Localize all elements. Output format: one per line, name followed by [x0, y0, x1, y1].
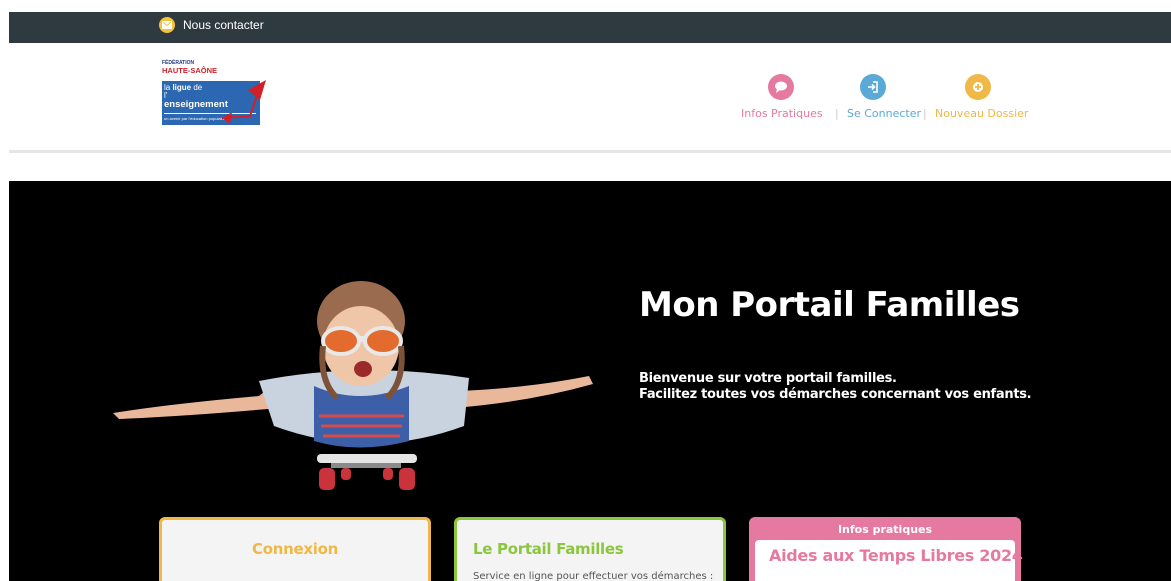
flying-child-illustration [113, 281, 593, 490]
portail-familles-card-text: Service en ligne pour effectuer vos déma… [473, 571, 714, 581]
header-nav: Infos Pratiques | Se Connecter | Nouveau… [741, 74, 1028, 124]
nav-link-se-connecter[interactable]: Se Connecter [847, 107, 921, 120]
header-divider [9, 150, 1171, 153]
envelope-icon [159, 17, 175, 33]
nouveau-dossier-icon[interactable] [965, 74, 991, 100]
site-header: FÉDÉRATION HAUTE-SAÔNE la ligue de l' en… [9, 43, 1171, 150]
contact-label: Nous contacter [183, 18, 264, 32]
infos-pratiques-card[interactable]: Infos pratiques Aides aux Temps Libres 2… [749, 517, 1023, 581]
portail-familles-card: Le Portail Familles Service en ligne pou… [454, 517, 726, 581]
nav-link-nouveau-dossier[interactable]: Nouveau Dossier [935, 107, 1028, 120]
infos-pratiques-card-title: Aides aux Temps Libres 2024 [769, 546, 1023, 565]
page: Nous contacter FÉDÉRATION HAUTE-SAÔNE la… [0, 0, 1171, 581]
portail-familles-card-title: Le Portail Familles [473, 540, 624, 558]
connexion-card-title: Connexion [252, 540, 338, 558]
federation-logo[interactable]: FÉDÉRATION HAUTE-SAÔNE la ligue de l' en… [162, 60, 266, 126]
connexion-card[interactable]: Connexion [159, 517, 431, 581]
se-connecter-icon[interactable] [860, 74, 886, 100]
nav-link-infos-pratiques[interactable]: Infos Pratiques [741, 107, 823, 120]
nav-separator: | [835, 107, 839, 120]
infos-pratiques-icon[interactable] [768, 74, 794, 100]
nav-separator: | [923, 107, 927, 120]
hero-welcome-text: Bienvenue sur votre portail familles. [639, 371, 897, 386]
hero-title: Mon Portail Familles [639, 285, 1020, 325]
contact-link[interactable]: Nous contacter [159, 17, 264, 33]
logo-arrow-icon [221, 80, 266, 124]
infos-pratiques-card-body: Aides aux Temps Libres 2024 [755, 540, 1023, 581]
hero-banner: Mon Portail Familles Bienvenue sur votre… [9, 181, 1171, 581]
infos-pratiques-card-header: Infos pratiques [837, 523, 933, 536]
top-bar: Nous contacter [9, 12, 1171, 43]
hero-subtitle-text: Facilitez toutes vos démarches concernan… [639, 387, 1032, 402]
